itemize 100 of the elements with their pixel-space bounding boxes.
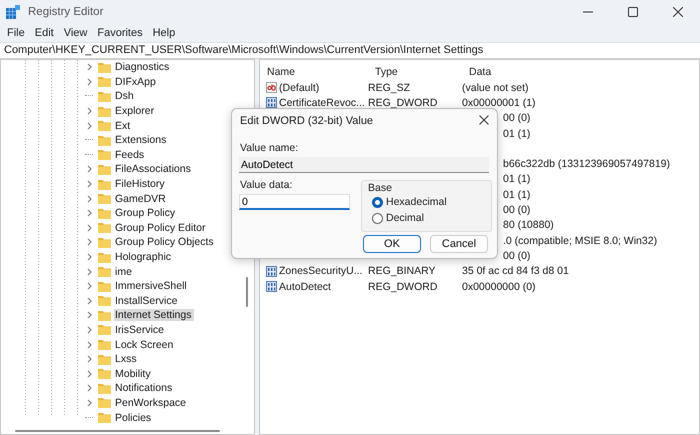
folder-icon	[98, 178, 111, 190]
folder-icon	[98, 193, 111, 204]
data-cell: .0 (compatible; MSIE 8.0; Win32)	[503, 234, 658, 247]
tree-item[interactable]: FileAssociations	[114, 163, 194, 176]
folder-icon	[98, 382, 111, 394]
window-title: Registry Editor	[28, 6, 104, 18]
binary-value-icon	[266, 281, 277, 292]
group-label: Base	[368, 182, 392, 194]
folder-icon	[98, 149, 111, 160]
close-icon	[477, 113, 491, 127]
folder-icon	[98, 266, 111, 278]
maximize-icon	[628, 7, 638, 17]
radio-option[interactable]: Hexadecimal	[372, 196, 447, 208]
menu-item[interactable]: View	[58, 26, 92, 38]
app-icon	[6, 5, 20, 19]
data-cell: 80 (10880)	[503, 219, 554, 232]
tree-item[interactable]: Dsh	[114, 90, 137, 102]
data-cell: 0x00000000 (0)	[462, 280, 536, 292]
folder-icon	[98, 280, 111, 292]
folder-icon	[98, 368, 111, 380]
tree-item[interactable]: Policies	[114, 412, 154, 424]
value-name[interactable]: CertificateRevoc...	[279, 96, 365, 109]
tree-item[interactable]: Explorer	[114, 105, 158, 118]
tree-item[interactable]: Group Policy	[114, 207, 178, 220]
folder-icon	[98, 222, 111, 234]
tree-item[interactable]: Ext	[114, 120, 134, 132]
field-label: Value name:	[240, 142, 298, 154]
value-name[interactable]: (Default)	[279, 82, 320, 94]
tree-item[interactable]: FileHistory	[114, 178, 168, 190]
tree-item[interactable]: Extensions	[114, 134, 170, 146]
scrollbar[interactable]	[246, 277, 248, 307]
folder-icon	[98, 236, 111, 248]
data-cell: (value not set)	[462, 82, 529, 94]
folder-icon	[98, 134, 111, 146]
string-value-icon	[266, 82, 277, 94]
folder-icon	[98, 310, 111, 321]
folder-icon	[98, 208, 111, 219]
type-cell: REG_BINARY	[368, 265, 436, 278]
data-cell: 00 (0)	[503, 250, 530, 262]
dialog-button[interactable]: OK	[363, 235, 421, 253]
folder-icon	[98, 397, 111, 408]
data-cell: 00 (0)	[503, 204, 530, 216]
close-icon	[672, 7, 682, 17]
menu-item[interactable]: File	[2, 26, 30, 38]
binary-value-icon	[266, 266, 277, 277]
menu-item[interactable]: Help	[148, 26, 180, 38]
tree-item[interactable]: Holographic	[114, 251, 174, 264]
column-header[interactable]: Type	[368, 63, 462, 80]
data-cell: 35 0f ac cd 84 f3 d8 01	[462, 265, 569, 278]
folder-icon	[98, 252, 111, 263]
tree-item[interactable]: DIFxApp	[114, 76, 159, 88]
tree-item[interactable]: Lxss	[114, 353, 140, 366]
value-name[interactable]: ZonesSecurityU...	[279, 265, 362, 278]
data-cell: 01 (1)	[503, 173, 530, 186]
folder-icon	[98, 106, 111, 117]
tree-item[interactable]: Diagnostics	[114, 61, 172, 74]
column-header[interactable]: Data	[462, 63, 699, 80]
tree-item[interactable]: ime	[114, 266, 135, 278]
folder-icon	[98, 295, 111, 306]
type-cell: REG_DWORD	[368, 280, 438, 292]
menu-item[interactable]: Edit	[30, 26, 59, 38]
field-label: Value data:	[240, 179, 292, 191]
tree-item[interactable]: ImmersiveShell	[114, 280, 190, 292]
value-name[interactable]: AutoDetect	[279, 280, 331, 292]
column-header[interactable]: Name	[260, 63, 368, 80]
data-cell: 01 (1)	[503, 128, 530, 140]
value-data-field[interactable]: 0	[239, 194, 350, 210]
folder-icon	[98, 354, 111, 365]
tree-item[interactable]: Group Policy Objects	[114, 236, 217, 248]
folder-icon	[98, 62, 111, 73]
address-bar[interactable]: Computer\HKEY_CURRENT_USER\Software\Microsoft\Windows\CurrentVersion\Internet Settings	[0, 42, 700, 59]
folder-icon	[98, 164, 111, 175]
data-cell: 00 (0)	[503, 112, 530, 124]
scrollbar[interactable]	[15, 430, 220, 432]
tree-item[interactable]: PenWorkspace	[114, 396, 190, 409]
tree-item[interactable]: Group Policy Editor	[114, 222, 208, 234]
folder-icon	[98, 324, 111, 336]
folder-icon	[98, 339, 111, 350]
folder-icon	[98, 412, 111, 424]
data-cell: b66c322db (133123969057497819)	[503, 158, 670, 170]
tree-item[interactable]: IrisService	[114, 324, 168, 336]
tree-item[interactable]: Internet Settings	[114, 309, 194, 322]
tree-item[interactable]: GameDVR	[114, 192, 169, 205]
value-name-field[interactable]: AutoDetect	[239, 157, 489, 173]
menu-item[interactable]: Favorites	[92, 26, 148, 38]
close-button[interactable]	[477, 113, 491, 127]
folder-icon	[98, 90, 111, 102]
tree-item[interactable]: Feeds	[114, 148, 148, 161]
radio-option[interactable]: Decimal	[372, 212, 424, 224]
data-cell: 0x00000001 (1)	[462, 96, 536, 109]
tree-item[interactable]: Lock Screen	[114, 338, 176, 351]
tree-item[interactable]: Notifications	[114, 382, 176, 394]
binary-value-icon	[266, 97, 277, 108]
tree-item[interactable]: Mobility	[114, 368, 154, 380]
dialog-button[interactable]: Cancel	[430, 235, 488, 253]
tree-item[interactable]: InstallService	[114, 294, 180, 307]
folder-icon	[98, 76, 111, 88]
type-cell: REG_DWORD	[368, 96, 438, 109]
data-cell: 01 (1)	[503, 188, 530, 201]
folder-icon	[98, 120, 111, 132]
